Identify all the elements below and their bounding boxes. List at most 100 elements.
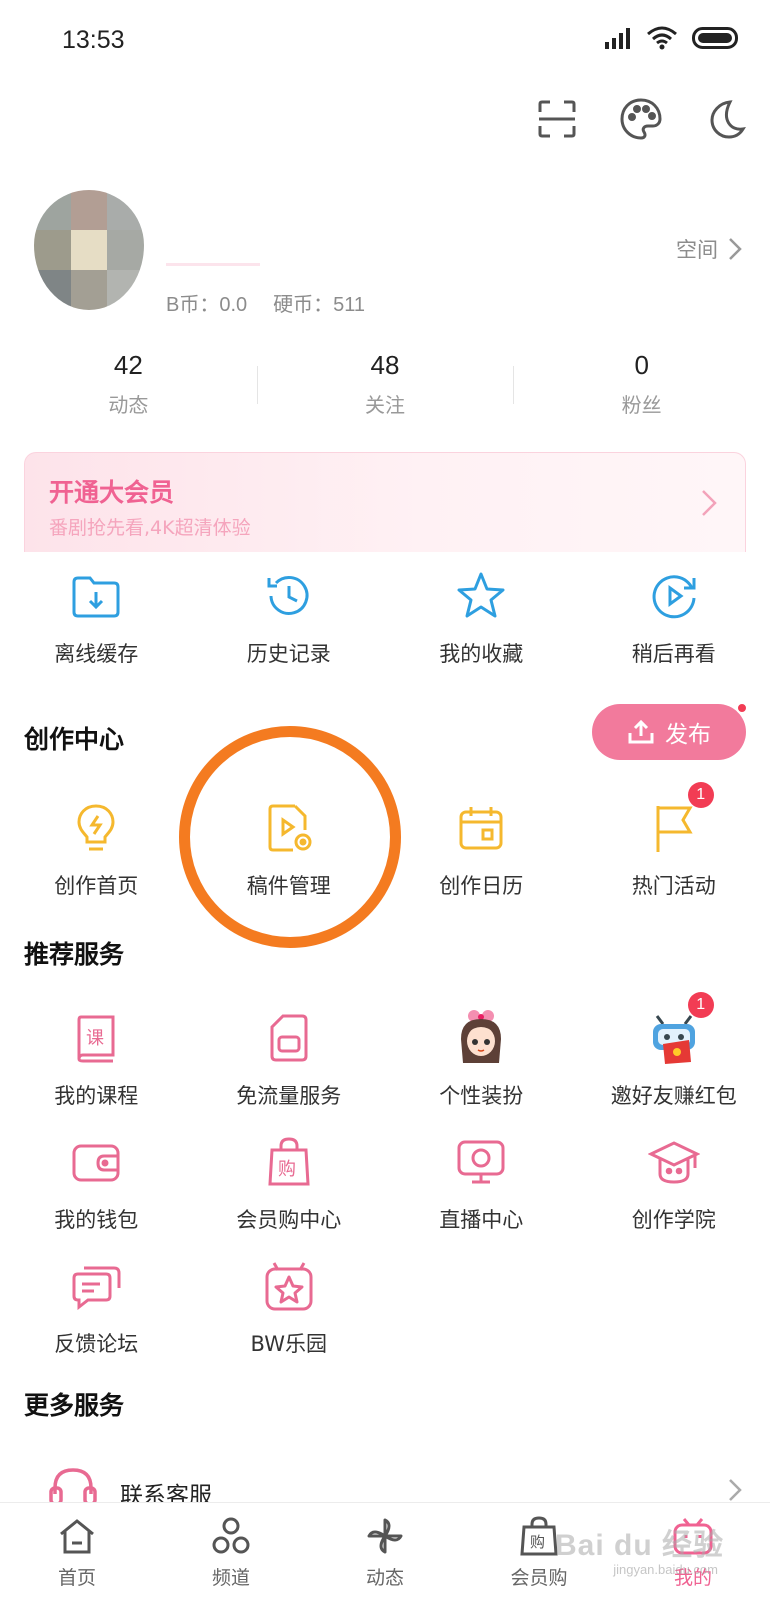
- stat-value: 42: [113, 350, 143, 380]
- space-link[interactable]: 空间: [676, 234, 742, 264]
- status-time: 13:53: [62, 26, 125, 54]
- download-folder-icon: [66, 566, 126, 626]
- chat-bubbles-icon: [66, 1256, 126, 1316]
- username[interactable]: [166, 228, 260, 266]
- item-label: 邀好友赚红包: [610, 1084, 737, 1108]
- space-label: 空间: [676, 238, 718, 262]
- publish-button[interactable]: 发布: [592, 702, 748, 760]
- wallet-item[interactable]: 我的钱包: [0, 1132, 193, 1256]
- item-label: 稍后再看: [631, 642, 716, 666]
- item-label: 我的钱包: [54, 1208, 139, 1232]
- top-actions: [534, 96, 748, 142]
- nav-channel[interactable]: 频道: [154, 1503, 308, 1600]
- item-label: 稿件管理: [246, 874, 331, 898]
- publish-label: 发布: [665, 722, 711, 748]
- history-item[interactable]: 历史记录: [193, 566, 386, 668]
- chevron-right-icon: [729, 238, 742, 260]
- creation-center-title: 创作中心: [24, 725, 125, 754]
- hot-events-item[interactable]: 1 热门活动: [578, 782, 770, 900]
- stat-following[interactable]: 48 关注: [256, 350, 514, 430]
- scan-button[interactable]: [534, 96, 580, 142]
- stat-value: 48: [370, 350, 400, 380]
- flag-icon: 1: [644, 782, 714, 858]
- signal-icon: [605, 28, 630, 49]
- pinwheel-icon: [367, 1518, 403, 1554]
- stat-label: 关注: [365, 393, 405, 417]
- creation-academy-item[interactable]: 创作学院: [578, 1132, 770, 1256]
- night-mode-button[interactable]: [702, 96, 748, 142]
- wifi-icon: [647, 26, 677, 50]
- shopping-bag-icon: 购: [259, 1132, 319, 1192]
- battery-icon: [692, 27, 738, 49]
- bw-park-item[interactable]: BW乐园: [193, 1256, 386, 1380]
- personal-dressup-item[interactable]: 个性装扮: [385, 1008, 578, 1132]
- notification-dot: [736, 702, 748, 714]
- more-services-title: 更多服务: [24, 1391, 125, 1420]
- b-coin-label: B币：0.0: [166, 294, 248, 316]
- bag-icon: 购: [520, 1516, 558, 1556]
- wallet-icon: [66, 1132, 126, 1192]
- vip-shop-center-item[interactable]: 购 会员购中心: [193, 1132, 386, 1256]
- video-file-icon: [259, 798, 319, 858]
- nav-label: 动态: [365, 1567, 404, 1589]
- stat-fans[interactable]: 0 粉丝: [513, 350, 770, 430]
- avatar[interactable]: [34, 190, 144, 310]
- item-label: 热门活动: [631, 874, 716, 898]
- item-label: 历史记录: [246, 642, 331, 666]
- chevron-right-icon: [702, 490, 717, 516]
- item-label: 会员购中心: [236, 1208, 342, 1232]
- vip-title: 开通大会员: [49, 478, 175, 507]
- item-label: 个性装扮: [439, 1084, 524, 1108]
- history-clock-icon: [259, 566, 319, 626]
- creation-home-item[interactable]: 创作首页: [0, 798, 193, 900]
- quick-actions: 离线缓存 历史记录 我的收藏 稍后再看: [0, 566, 770, 668]
- nav-label: 首页: [57, 1567, 96, 1589]
- free-data-item[interactable]: 免流量服务: [193, 1008, 386, 1132]
- badge-count: 1: [687, 782, 714, 808]
- svg-text:课: 课: [86, 1028, 104, 1049]
- invite-friends-item[interactable]: 1 邀好友赚红包: [578, 992, 770, 1132]
- stats-bar: 42 动态 48 关注 0 粉丝: [0, 350, 770, 430]
- item-label: 创作日历: [439, 874, 524, 898]
- watch-later-item[interactable]: 稍后再看: [578, 566, 770, 668]
- nav-label: 会员购: [510, 1567, 568, 1589]
- my-courses-item[interactable]: 课 我的课程: [0, 1008, 193, 1132]
- chevron-right-icon: [729, 1479, 742, 1501]
- item-label: 创作首页: [54, 874, 139, 898]
- bw-star-icon: [259, 1256, 319, 1316]
- recommended-title: 推荐服务: [24, 940, 125, 969]
- watermark: Bai du 经验: [554, 1529, 724, 1562]
- item-label: BW乐园: [250, 1332, 327, 1356]
- profile-header: B币：0.0 硬币：511 空间: [0, 190, 770, 320]
- course-book-icon: 课: [66, 1008, 126, 1068]
- nav-dynamics[interactable]: 动态: [308, 1503, 462, 1600]
- upload-icon: [628, 719, 654, 744]
- coin-balance: B币：0.0 硬币：511: [166, 288, 365, 317]
- watch-later-icon: [644, 566, 704, 626]
- watermark-url: jingyan.baidu.com: [613, 1562, 718, 1577]
- item-label: 我的收藏: [439, 642, 524, 666]
- svg-text:购: 购: [278, 1159, 296, 1180]
- channel-icon: [212, 1517, 250, 1554]
- offline-cache-item[interactable]: 离线缓存: [0, 566, 193, 668]
- stat-dynamics[interactable]: 42 动态: [0, 350, 257, 430]
- item-label: 我的课程: [54, 1084, 139, 1108]
- nav-home[interactable]: 首页: [0, 1503, 154, 1600]
- calendar-icon: [451, 798, 511, 858]
- feedback-forum-item[interactable]: 反馈论坛: [0, 1256, 193, 1380]
- creation-calendar-item[interactable]: 创作日历: [385, 798, 578, 900]
- vip-banner[interactable]: 开通大会员 番剧抢先看,4K超清体验: [24, 452, 746, 552]
- favorites-item[interactable]: 我的收藏: [385, 566, 578, 668]
- sim-card-icon: [259, 1008, 319, 1068]
- nav-label: 频道: [211, 1567, 250, 1589]
- hard-coin-label: 硬币：511: [273, 294, 366, 316]
- scan-icon: [538, 100, 576, 138]
- status-bar: 13:53: [0, 0, 770, 84]
- moon-icon: [710, 100, 746, 139]
- graduation-cap-icon: [644, 1132, 704, 1192]
- live-center-item[interactable]: 直播中心: [385, 1132, 578, 1256]
- manuscript-manage-item[interactable]: 稿件管理: [193, 798, 386, 900]
- item-label: 免流量服务: [236, 1084, 342, 1108]
- recommended-grid: 课 我的课程 免流量服务 个性装扮 1 邀好友赚红包 我的钱包 购 会员购中心 …: [0, 992, 770, 1380]
- theme-button[interactable]: [618, 96, 664, 142]
